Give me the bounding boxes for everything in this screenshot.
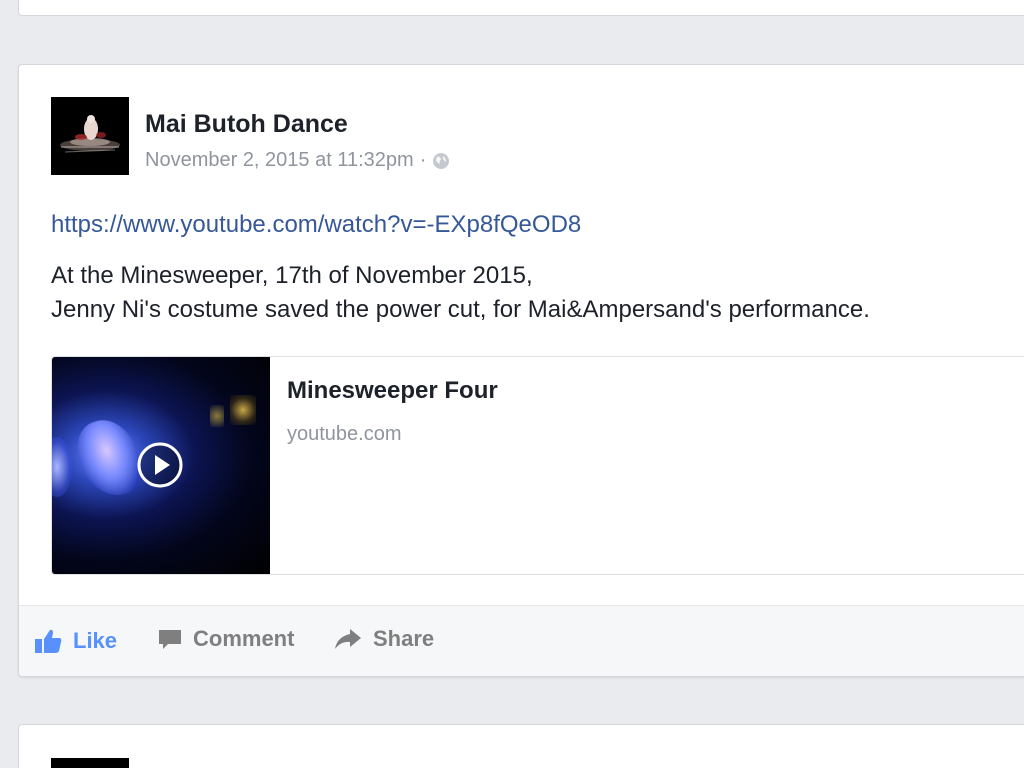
- meta-separator: ·: [419, 149, 427, 171]
- avatar-image: [51, 97, 129, 175]
- comment-label: Comment: [193, 626, 295, 651]
- video-thumbnail[interactable]: [52, 357, 270, 574]
- post-text-line: Jenny Ni's costume saved the power cut, …: [51, 296, 870, 323]
- previous-post-card: [18, 0, 1024, 16]
- post-timestamp[interactable]: November 2, 2015 at 11:32pm: [145, 149, 414, 172]
- link-preview[interactable]: Minesweeper Four youtube.com: [51, 356, 1024, 575]
- play-icon[interactable]: [136, 441, 184, 489]
- comment-icon: [159, 630, 181, 649]
- avatar[interactable]: [51, 758, 129, 768]
- post-text-line: At the Minesweeper, 17th of November 201…: [51, 262, 533, 289]
- share-button[interactable]: Share: [333, 626, 434, 652]
- next-post-card: [18, 724, 1024, 768]
- post-card: Mai Butoh Dance November 2, 2015 at 11:3…: [18, 64, 1024, 677]
- comment-button[interactable]: Comment: [157, 626, 294, 652]
- post-link[interactable]: https://www.youtube.com/watch?v=-EXp8fQe…: [51, 211, 581, 239]
- preview-domain: youtube.com: [287, 423, 402, 445]
- avatar[interactable]: [51, 97, 129, 175]
- globe-icon[interactable]: [432, 152, 450, 170]
- post-meta: November 2, 2015 at 11:32pm ·: [145, 149, 450, 172]
- preview-title[interactable]: Minesweeper Four: [287, 377, 498, 405]
- like-label: Like: [73, 628, 118, 653]
- thumbs-up-icon: [35, 629, 62, 653]
- author-name[interactable]: Mai Butoh Dance: [145, 110, 348, 139]
- like-button[interactable]: Like: [33, 626, 117, 656]
- news-feed: Mai Butoh Dance November 2, 2015 at 11:3…: [0, 0, 1024, 768]
- share-label: Share: [373, 626, 435, 651]
- share-arrow-icon: [335, 629, 361, 649]
- post-body: At the Minesweeper, 17th of November 201…: [51, 259, 870, 327]
- post-actions-bar: Like Comment Share: [19, 605, 1024, 676]
